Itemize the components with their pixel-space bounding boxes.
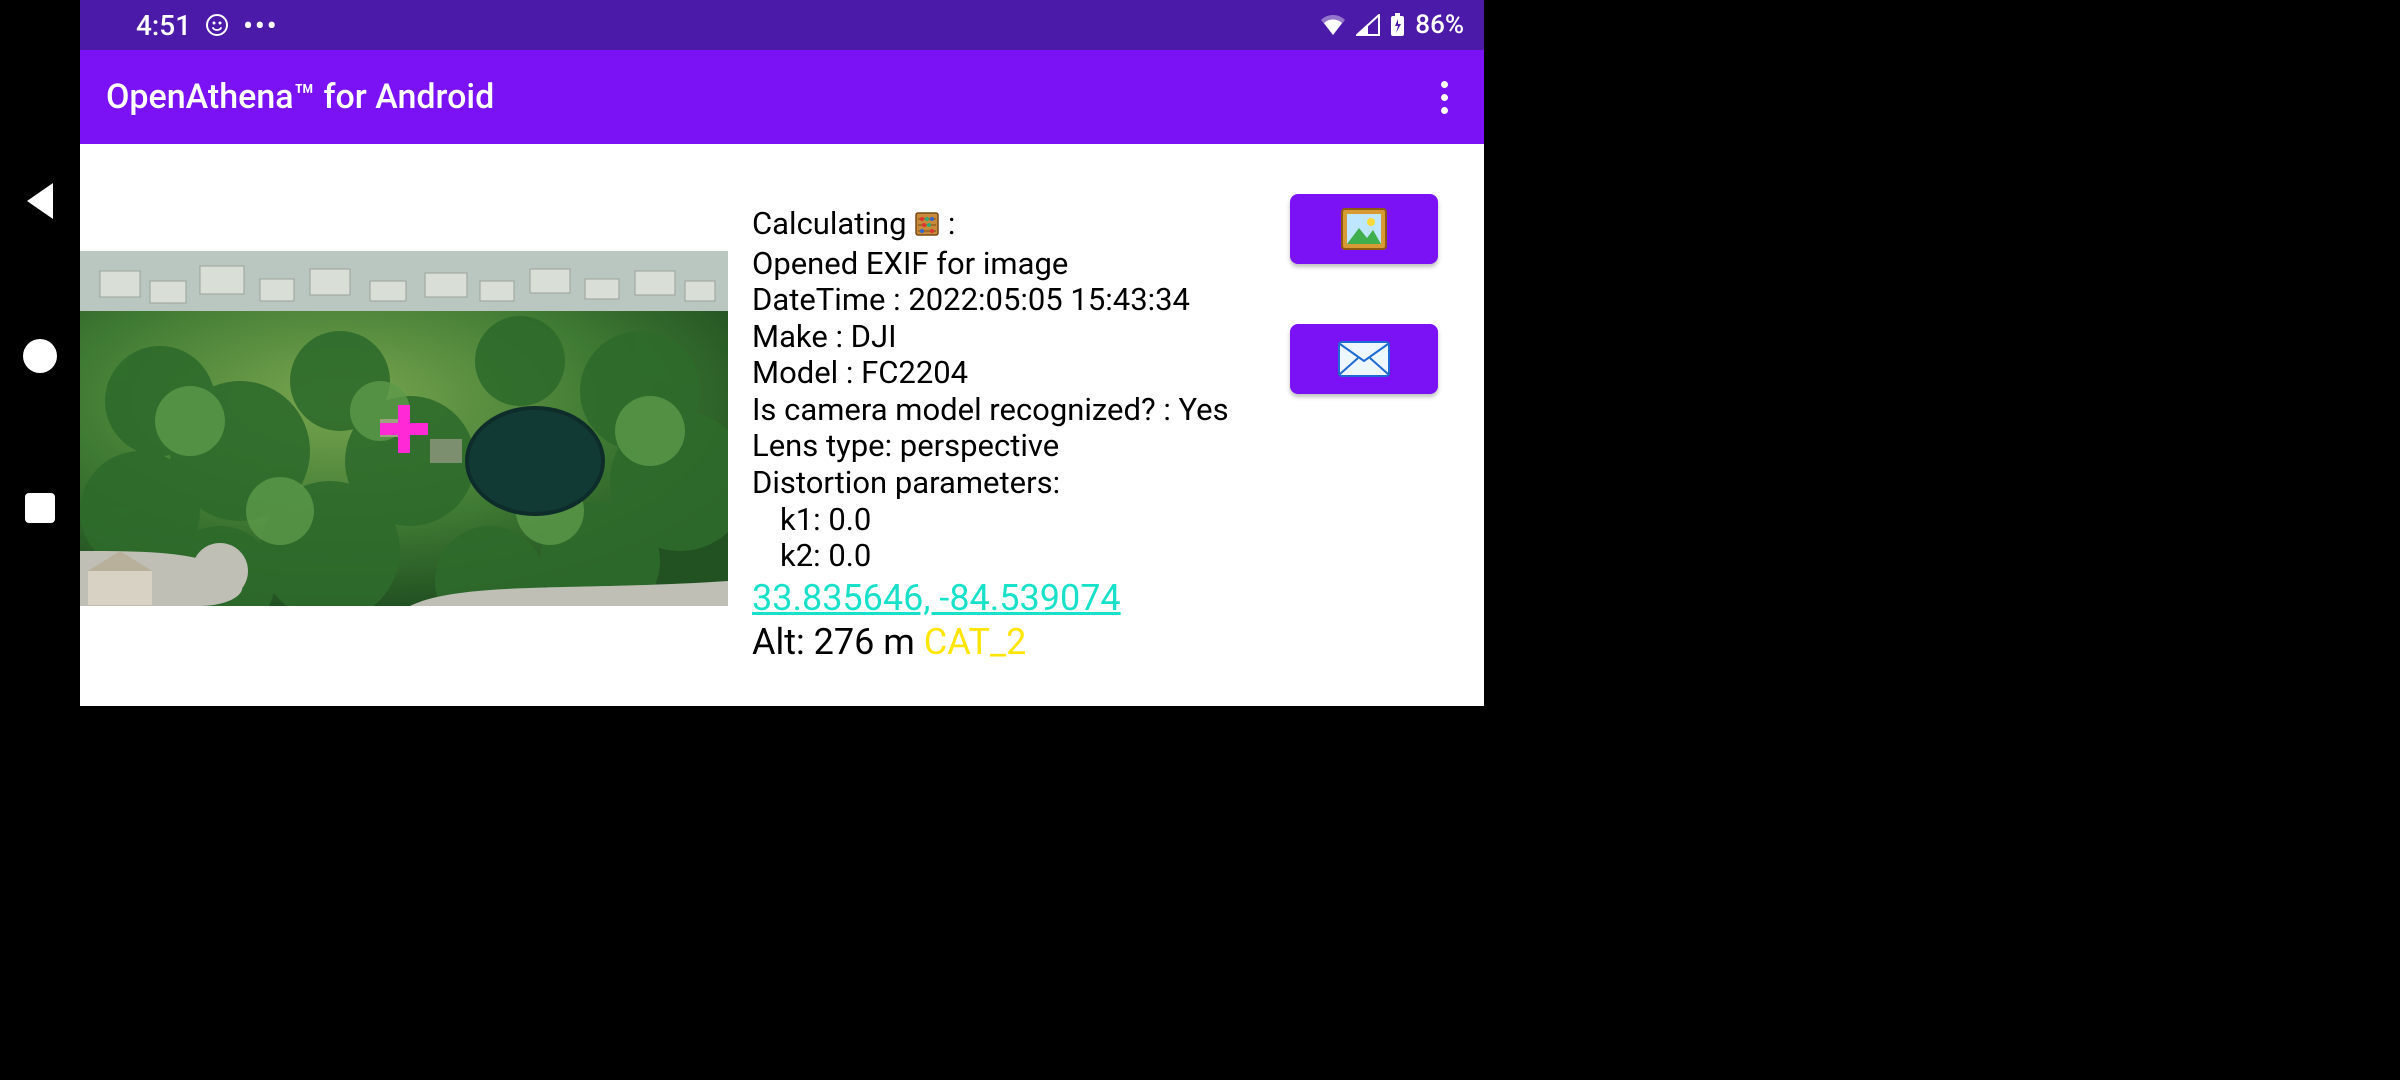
status-bar: 4:51 ••• 86% [80, 0, 1484, 50]
exif-readout: Calculating : Opened EXIF for image Date… [752, 206, 1292, 664]
app-title: OpenAthena™ for Android [106, 77, 494, 117]
wifi-icon [1320, 14, 1346, 36]
action-buttons [1290, 194, 1438, 394]
pillarbox-right [1484, 0, 2400, 706]
recognized-line: Is camera model recognized? : Yes [752, 392, 1292, 429]
status-clock: 4:51 [136, 9, 191, 42]
tle-category-badge: CAT_2 [924, 621, 1027, 663]
app-bar: OpenAthena™ for Android [80, 50, 1484, 144]
altitude-line: Alt: 276 m CAT_2 [752, 621, 1292, 663]
back-button[interactable] [27, 183, 53, 219]
send-email-button[interactable] [1290, 324, 1438, 394]
face-icon [205, 13, 229, 37]
k2-line: k2: 0.0 [752, 538, 1292, 575]
main-content: Calculating : Opened EXIF for image Date… [80, 144, 1484, 706]
calculating-line: Calculating : [752, 206, 1292, 246]
app-screen: 4:51 ••• 86% OpenAthena™ for Android [80, 0, 1484, 706]
pillarbox-bottom [0, 706, 2400, 1080]
select-image-button[interactable] [1290, 194, 1438, 264]
aerial-image [80, 251, 728, 606]
altitude-value: Alt: 276 m [752, 621, 924, 663]
android-nav-bar [0, 0, 80, 706]
home-button[interactable] [23, 339, 57, 373]
battery-icon [1390, 13, 1405, 37]
battery-percent: 86% [1415, 10, 1464, 40]
k1-line: k1: 0.0 [752, 502, 1292, 539]
envelope-icon [1338, 341, 1390, 377]
distortion-header: Distortion parameters: [752, 465, 1292, 502]
recents-button[interactable] [25, 493, 55, 523]
model-line: Model : FC2204 [752, 355, 1292, 392]
opened-exif-line: Opened EXIF for image [752, 246, 1292, 283]
picture-frame-icon [1341, 208, 1387, 250]
datetime-line: DateTime : 2022:05:05 15:43:34 [752, 282, 1292, 319]
make-line: Make : DJI [752, 319, 1292, 356]
abacus-icon [914, 209, 940, 246]
overflow-menu-button[interactable] [1431, 71, 1458, 124]
coordinates-link[interactable]: 33.835646, -84.539074 [752, 577, 1121, 619]
more-notifications-icon: ••• [243, 9, 278, 42]
drone-image-panel[interactable] [80, 251, 728, 606]
lens-line: Lens type: perspective [752, 428, 1292, 465]
signal-icon [1356, 14, 1380, 36]
